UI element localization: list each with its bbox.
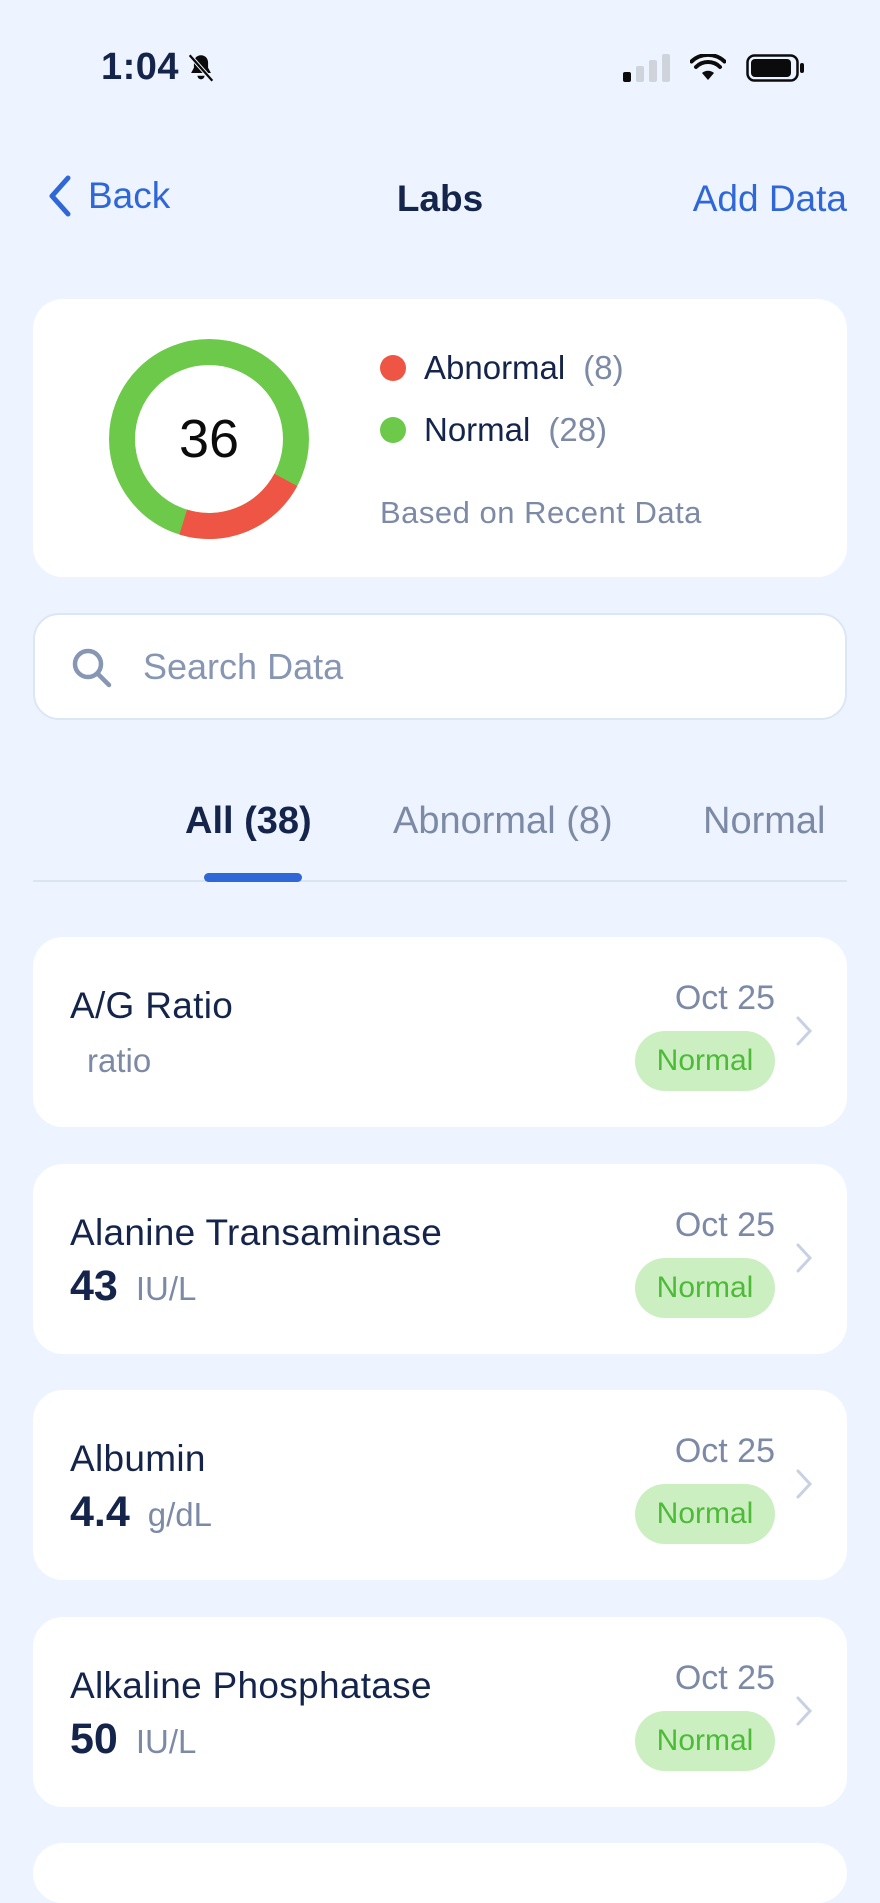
- chevron-right-icon: [796, 1469, 813, 1499]
- lab-row-albumin[interactable]: Albumin 4.4 g/dL Oct 25 Normal: [33, 1390, 847, 1580]
- tab-all[interactable]: All (38): [185, 800, 312, 843]
- tab-abnormal[interactable]: Abnormal (8): [393, 800, 613, 843]
- search-input[interactable]: [141, 637, 821, 697]
- lab-name: Alanine Transaminase: [70, 1212, 443, 1253]
- total-count: 36: [178, 409, 240, 469]
- legend-normal-label: Normal: [424, 411, 531, 448]
- cellular-signal-icon: [623, 54, 670, 82]
- status-badge: Normal: [635, 1031, 775, 1091]
- lab-unit: g/dL: [147, 1496, 213, 1533]
- chevron-right-icon: [796, 1696, 813, 1726]
- lab-date: Oct 25: [674, 1206, 775, 1244]
- active-tab-indicator: [204, 873, 302, 882]
- lab-name: Albumin: [70, 1438, 206, 1479]
- lab-name: Alkaline Phosphatase: [70, 1665, 432, 1706]
- legend-normal-count: (28): [548, 411, 608, 448]
- lab-row-partial[interactable]: [33, 1843, 847, 1903]
- legend-abnormal-count: (8): [583, 349, 624, 386]
- summary-note: Based on Recent Data: [380, 495, 702, 530]
- chevron-right-icon: [796, 1016, 813, 1046]
- nav-bar: Back Labs Add Data: [0, 160, 880, 240]
- lab-unit: ratio: [87, 1042, 152, 1079]
- lab-unit: IU/L: [135, 1270, 197, 1307]
- filter-tabs: All (38) Abnormal (8) Normal: [33, 780, 847, 882]
- lab-name: A/G Ratio: [70, 985, 234, 1026]
- silent-bell-icon: [188, 53, 214, 83]
- chevron-right-icon: [796, 1243, 813, 1273]
- lab-value: 4.4: [70, 1488, 130, 1536]
- legend-abnormal: Abnormal (8): [380, 349, 624, 387]
- lab-date: Oct 25: [674, 1659, 775, 1697]
- lab-date: Oct 25: [674, 1432, 775, 1470]
- lab-row-ag-ratio[interactable]: A/G Ratio ratio Oct 25 Normal: [33, 937, 847, 1127]
- search-icon: [72, 648, 112, 688]
- battery-icon: [746, 54, 804, 82]
- lab-date: Oct 25: [674, 979, 775, 1017]
- legend-abnormal-label: Abnormal: [424, 349, 566, 386]
- search-box[interactable]: [33, 613, 847, 720]
- status-badge: Normal: [635, 1711, 775, 1771]
- legend-normal: Normal (28): [380, 411, 624, 449]
- lab-value: 50: [70, 1715, 118, 1763]
- status-badge: Normal: [635, 1258, 775, 1318]
- normal-dot-icon: [380, 417, 406, 443]
- lab-value-group: 4.4 g/dL: [70, 1488, 212, 1537]
- add-data-button[interactable]: Add Data: [693, 178, 847, 220]
- lab-value: 43: [70, 1262, 118, 1310]
- lab-value-group: 43 IU/L: [70, 1262, 196, 1311]
- summary-card: 36 Abnormal (8) Normal (28) Based on Rec…: [33, 299, 847, 577]
- lab-unit: IU/L: [135, 1723, 197, 1760]
- legend: Abnormal (8) Normal (28): [380, 349, 624, 473]
- lab-row-alkaline-phosphatase[interactable]: Alkaline Phosphatase 50 IU/L Oct 25 Norm…: [33, 1617, 847, 1807]
- status-badge: Normal: [635, 1484, 775, 1544]
- status-time: 1:04: [101, 46, 180, 88]
- lab-row-alanine-transaminase[interactable]: Alanine Transaminase 43 IU/L Oct 25 Norm…: [33, 1164, 847, 1354]
- status-bar: 1:04: [0, 0, 880, 140]
- lab-value-group: 50 IU/L: [70, 1715, 196, 1764]
- tab-normal[interactable]: Normal: [703, 800, 825, 843]
- abnormal-dot-icon: [380, 355, 406, 381]
- wifi-icon: [690, 54, 726, 80]
